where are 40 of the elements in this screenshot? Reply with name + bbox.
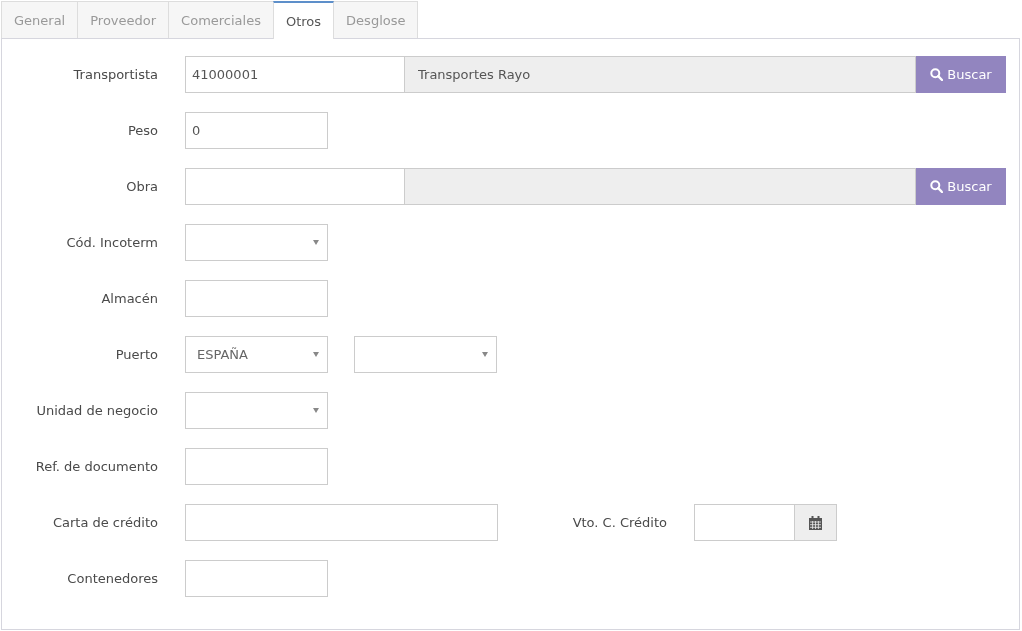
select-field[interactable] xyxy=(185,392,328,429)
description-field[interactable] xyxy=(404,168,916,205)
field-label: Ref. de documento xyxy=(35,459,158,474)
text-field[interactable] xyxy=(185,280,328,317)
field-label: Cód. Incoterm xyxy=(66,235,158,250)
code-field[interactable] xyxy=(185,168,405,205)
field-label: Obra xyxy=(126,179,158,194)
code-field[interactable]: 41000001 xyxy=(185,56,405,93)
select-field[interactable] xyxy=(185,224,328,261)
field-label: Carta de crédito xyxy=(52,515,158,530)
field-label: Puerto xyxy=(115,347,158,362)
search-icon xyxy=(930,68,944,81)
tab[interactable]: Otros xyxy=(273,1,335,39)
tab[interactable]: Desglose xyxy=(333,1,419,38)
caret-icon xyxy=(313,408,319,413)
calendar-icon xyxy=(809,515,822,530)
text-field[interactable] xyxy=(185,504,498,541)
text-field[interactable] xyxy=(185,448,328,485)
calendar-button[interactable] xyxy=(794,504,837,541)
search-button[interactable]: Buscar xyxy=(916,168,1006,205)
field-label: Unidad de negocio xyxy=(36,403,158,418)
field-label: Vto. C. Crédito xyxy=(572,515,667,530)
date-field[interactable] xyxy=(694,504,795,541)
select-field[interactable]: ESPAÑA xyxy=(185,336,328,373)
search-button[interactable]: Buscar xyxy=(916,56,1006,93)
field-label: Peso xyxy=(127,123,158,138)
select-field[interactable] xyxy=(354,336,497,373)
caret-icon xyxy=(482,352,488,357)
caret-icon xyxy=(313,240,319,245)
field-label: Transportista xyxy=(73,67,158,82)
text-field[interactable] xyxy=(185,560,328,597)
description-field[interactable]: Transportes Rayo xyxy=(404,56,916,93)
field-label: Almacén xyxy=(101,291,158,306)
tab[interactable]: General xyxy=(1,1,79,38)
tab[interactable]: Proveedor xyxy=(77,1,170,38)
tab[interactable]: Comerciales xyxy=(168,1,274,38)
search-icon xyxy=(930,180,944,193)
caret-icon xyxy=(313,352,319,357)
field-label: Contenedores xyxy=(67,571,158,586)
text-field[interactable]: 0 xyxy=(185,112,328,149)
